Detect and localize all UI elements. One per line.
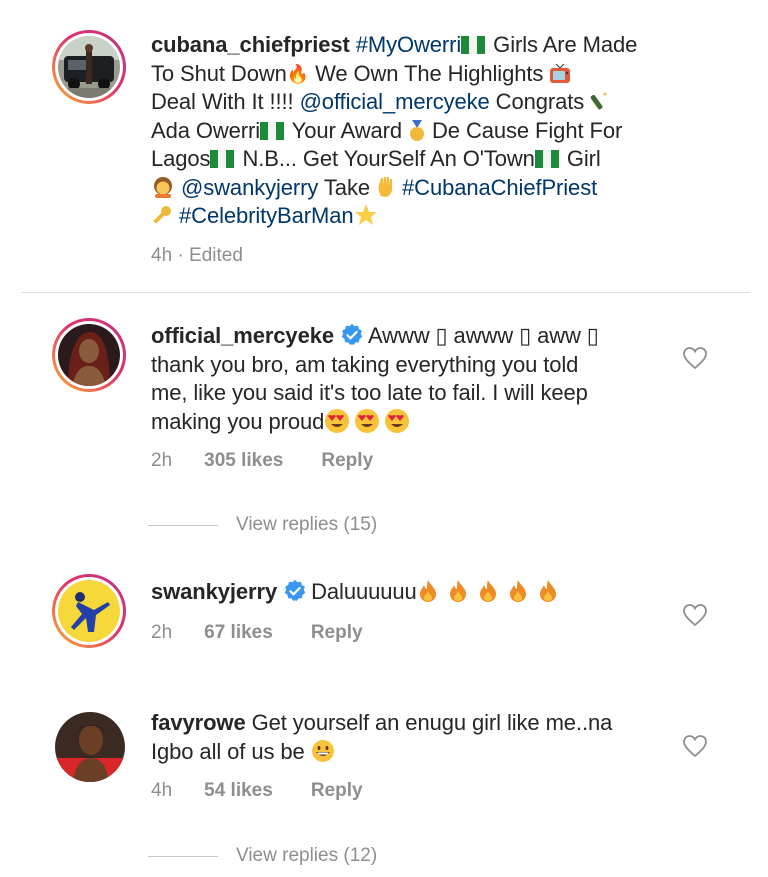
caption-text: Ada Owerri (151, 117, 261, 143)
comment-meta: 2h 305 likes Reply (151, 450, 373, 472)
comment-avatar[interactable] (55, 712, 125, 782)
divider-line (148, 855, 218, 857)
divider-line (148, 524, 218, 526)
caption-text: We Own The Highlights (309, 60, 550, 86)
post-author-avatar[interactable] (52, 30, 126, 104)
caption-text: Congrats (489, 89, 591, 114)
caption-text: Girl (560, 146, 601, 171)
caption-text: Lagos (151, 146, 211, 171)
hashtag-cubanachiefpriest[interactable]: #CubanaChiefPriest (402, 175, 597, 200)
comment-username[interactable]: swankyjerry (151, 579, 277, 604)
comment-text: official_mercyeke Awww ▯ awww ▯ aww ▯ tha… (151, 322, 681, 436)
nigeria-flag-icon (534, 146, 561, 171)
likes-count[interactable]: 305 likes (204, 450, 283, 472)
fire-emoji (417, 579, 567, 604)
girl-emoji (151, 175, 175, 200)
comment-avatar[interactable] (52, 574, 126, 648)
hashtag-myowerri[interactable]: #MyOwerri (356, 32, 462, 57)
comment-time: 2h (151, 450, 173, 471)
comment-text: favyrowe Get yourself an enugu girl like… (151, 709, 681, 766)
nigeria-flag-icon (260, 118, 286, 143)
view-replies-label: View replies (12) (236, 845, 378, 866)
comment-time: 4h (151, 780, 173, 801)
caption-text: De Cause Fight For (426, 117, 623, 143)
nigeria-flag-icon (461, 32, 487, 57)
mention-official-mercyeke[interactable]: @official_mercyeke (300, 89, 490, 114)
comment-body: making you proud (151, 408, 325, 434)
verified-badge-icon (340, 323, 364, 347)
view-replies-button[interactable]: View replies (12) (148, 845, 377, 867)
view-replies-label: View replies (15) (236, 514, 378, 535)
tv-emoji (549, 61, 571, 86)
champagne-emoji (590, 89, 610, 114)
caption-text: Deal With It !!!! (151, 89, 300, 114)
key-emoji (151, 203, 173, 228)
comment-body: me, like you said it's too late to fail.… (151, 380, 588, 405)
view-replies-button[interactable]: View replies (15) (148, 514, 377, 536)
comment-text: swankyjerry Daluuuuuu (151, 578, 681, 607)
comment-body: Igbo all of us be (151, 738, 305, 764)
heart-icon[interactable] (682, 346, 708, 370)
likes-count[interactable]: 67 likes (204, 622, 273, 644)
verified-badge-icon (283, 579, 307, 603)
caption-text: Take (318, 174, 376, 200)
post-meta: 4h · Edited (151, 245, 243, 267)
comment-meta: 4h 54 likes Reply (151, 780, 363, 802)
comment-body: thank you bro, am taking everything you … (151, 351, 579, 377)
reply-button[interactable]: Reply (321, 450, 373, 472)
reply-button[interactable]: Reply (311, 780, 363, 802)
fire-emoji: 🔥 (286, 63, 310, 84)
heart-eyes-emoji (324, 408, 414, 434)
post-username[interactable]: cubana_chiefpriest (151, 32, 350, 57)
avatar-image (58, 36, 120, 98)
post-time: 4h · Edited (151, 245, 243, 266)
raised-hand-emoji (376, 175, 396, 200)
comment-body: Awww ▯ awww ▯ aww ▯ (367, 323, 599, 348)
avatar-image (58, 324, 120, 386)
likes-count[interactable]: 54 likes (204, 780, 273, 802)
avatar-image (58, 580, 120, 642)
heart-icon[interactable] (682, 603, 708, 627)
avatar-image (55, 712, 125, 782)
comment-body: Daluuuuuu (311, 579, 417, 604)
grinning-emoji (311, 739, 335, 764)
comment-username[interactable]: official_mercyeke (151, 323, 334, 348)
comment-body: Get yourself an enugu girl like me..na (251, 710, 613, 735)
heart-icon[interactable] (682, 734, 708, 758)
comment-username[interactable]: favyrowe (151, 710, 246, 735)
hashtag-celebritybarman[interactable]: #CelebrityBarMan (179, 203, 354, 228)
divider (22, 292, 750, 293)
comment-meta: 2h 67 likes Reply (151, 622, 363, 644)
nigeria-flag-icon (210, 146, 236, 171)
comment-avatar[interactable] (52, 318, 126, 392)
reply-button[interactable]: Reply (311, 622, 363, 644)
mention-swankyjerry[interactable]: @swankyjerry (181, 175, 318, 200)
post-caption: cubana_chiefpriest #MyOwerri Girls Are M… (151, 31, 741, 231)
medal-emoji (408, 118, 426, 143)
comment-time: 2h (151, 622, 173, 643)
caption-text: To Shut Down (151, 60, 287, 86)
star-emoji (354, 203, 378, 228)
caption-text: N.B... Get YourSelf An O'Town (236, 146, 535, 171)
caption-text: Your Award (286, 117, 408, 143)
caption-text: Girls Are Made (487, 32, 638, 57)
